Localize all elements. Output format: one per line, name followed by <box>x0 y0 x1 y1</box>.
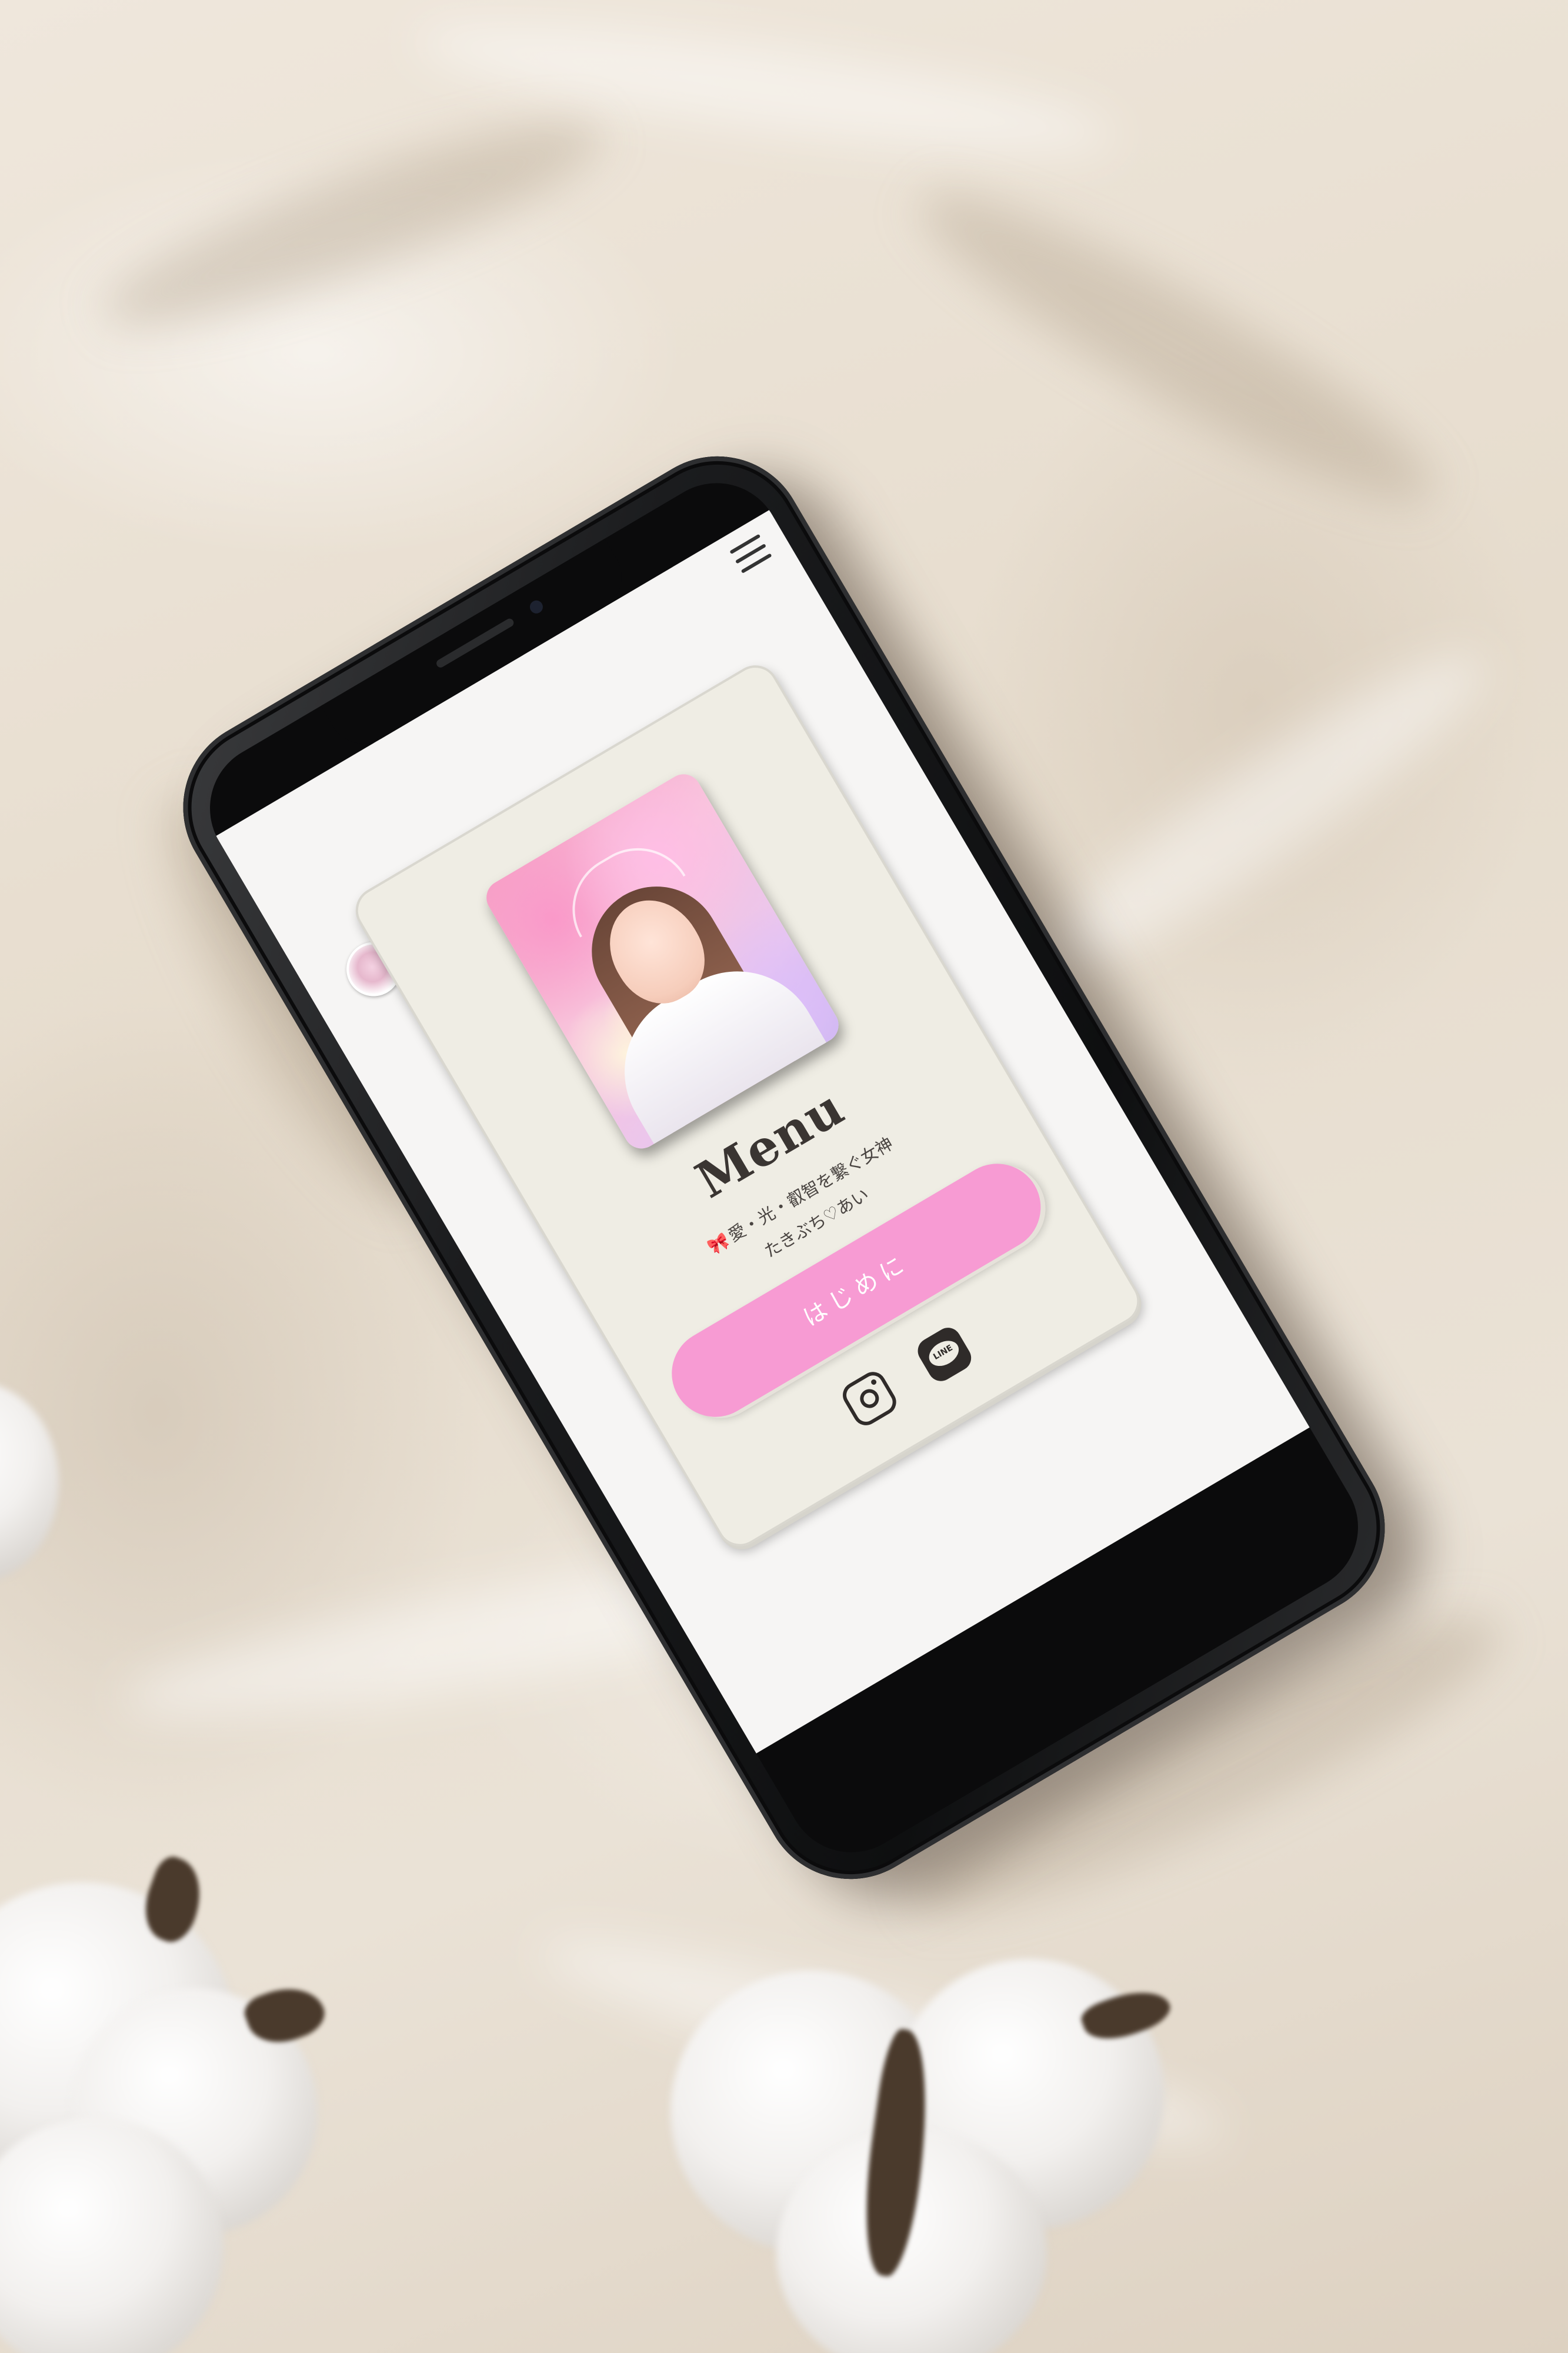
speaker-grille <box>435 617 515 669</box>
profile-card: Menu 🎀愛・光・叡智を繋ぐ女神 たきぶち♡あい はじめに LINE <box>347 656 1149 1555</box>
cotton-decoration-edge <box>0 1382 59 1582</box>
instagram-icon[interactable] <box>838 1367 902 1430</box>
hamburger-menu-icon[interactable] <box>725 529 777 578</box>
product-photo-scene: Menu 🎀愛・光・叡智を繋ぐ女神 たきぶち♡あい はじめに LINE <box>0 0 1568 2353</box>
front-camera <box>527 598 546 616</box>
line-icon[interactable]: LINE <box>913 1323 976 1387</box>
